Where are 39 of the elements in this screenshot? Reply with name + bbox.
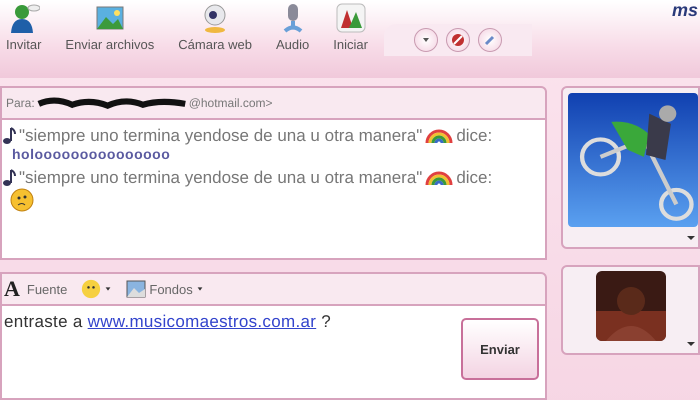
rainbow-icon [425, 171, 454, 185]
backgrounds-label: Fondos [149, 282, 193, 296]
says-label: dice: [456, 126, 492, 146]
message-text: ? [321, 312, 331, 331]
message-text: entraste a [4, 312, 83, 331]
font-letter-icon: A [4, 276, 20, 302]
toolbar-button[interactable]: Iniciar [327, 2, 374, 52]
toolbar-button[interactable]: Audio [270, 2, 316, 52]
caret-icon [104, 285, 112, 293]
dropdown-arrow-icon[interactable] [686, 233, 696, 243]
to-label: Para: [6, 96, 35, 110]
block-button[interactable] [446, 28, 470, 52]
website-link[interactable]: www.musicomaestros.com.ar [88, 312, 316, 331]
font-button[interactable]: A Fuente [2, 276, 70, 302]
font-label: Fuente [26, 282, 68, 296]
dropdown-arrow-icon[interactable] [686, 339, 696, 349]
toolbar-button[interactable]: Cámara web [172, 2, 258, 52]
rainbow-icon [425, 129, 454, 143]
backgrounds-button[interactable]: Fondos [124, 280, 206, 298]
smiley-icon [81, 279, 102, 299]
email-address: @hotmail.com> [188, 96, 273, 110]
music-note-icon [2, 168, 16, 188]
smiley-icon [10, 188, 34, 212]
landscape-icon [126, 280, 146, 298]
sender-name: "siempre uno termina yendose de una u otra manera" [19, 168, 422, 188]
pencil-button[interactable] [478, 28, 502, 52]
pencil-icon [482, 33, 497, 47]
send-button[interactable]: Enviar [461, 318, 539, 380]
caret-icon [196, 285, 204, 293]
says-label: dice: [456, 168, 492, 188]
toolbar-button[interactable]: Invitar [0, 2, 48, 52]
logo: ms [672, 0, 698, 21]
music-note-icon [2, 126, 16, 146]
message-input[interactable]: entraste a www.musicomaestros.com.ar ? Enviar [0, 306, 547, 400]
block-icon [450, 33, 465, 47]
dropdown-button[interactable] [414, 28, 438, 52]
toolbar-button[interactable]: Enviar archivos [59, 2, 160, 52]
message-text: holooooooooooooooo [11, 146, 172, 164]
sender-name: "siempre uno termina yendose de una u otra manera" [19, 126, 422, 146]
